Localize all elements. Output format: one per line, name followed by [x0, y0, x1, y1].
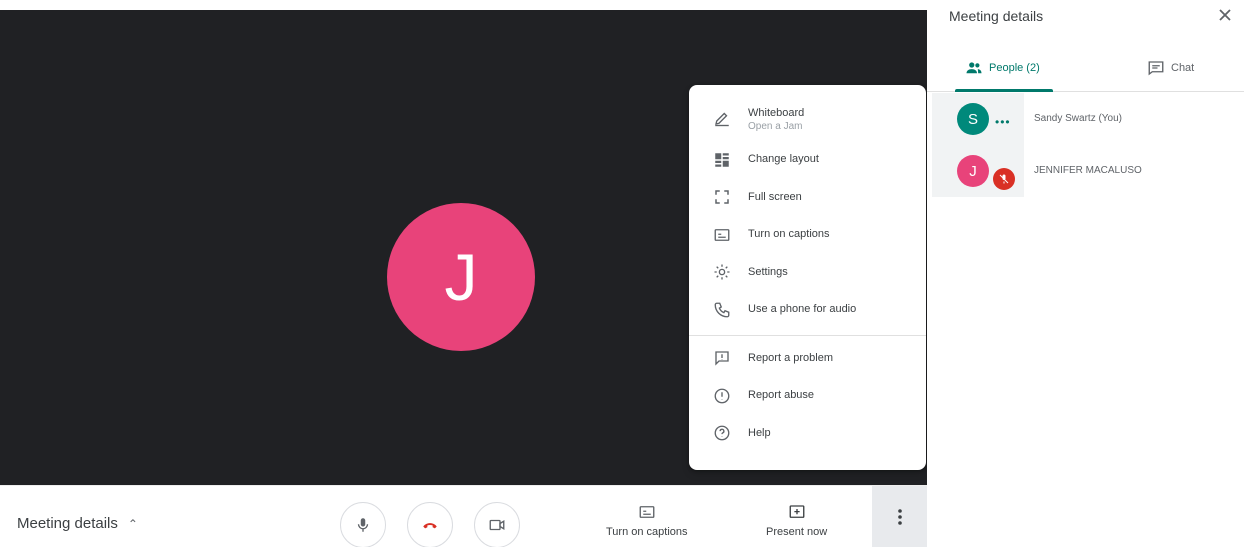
participant-avatar-large: J [387, 203, 535, 351]
menu-item-report-abuse[interactable]: Report abuse [689, 377, 926, 415]
fullscreen-icon [712, 187, 732, 207]
captions-icon [712, 225, 732, 245]
participant-avatar: J [957, 155, 989, 187]
menu-item-change-layout[interactable]: Change layout [689, 141, 926, 179]
menu-item-whiteboard[interactable]: Whiteboard Open a Jam [689, 95, 926, 141]
menu-label: Help [748, 426, 771, 439]
present-label: Present now [766, 526, 828, 538]
camera-button[interactable] [474, 502, 520, 547]
meeting-details-button[interactable]: Meeting details ⌃ [17, 515, 138, 532]
menu-label: Turn on captions [748, 228, 830, 241]
menu-label: Full screen [748, 190, 802, 203]
camera-icon [489, 519, 505, 531]
pen-icon [712, 108, 732, 128]
muted-microphone-icon [993, 168, 1015, 190]
participant-name: JENNIFER MACALUSO [1034, 165, 1142, 176]
menu-label: Report a problem [748, 351, 833, 364]
menu-item-help[interactable]: Help [689, 415, 926, 453]
report-abuse-icon [712, 386, 732, 406]
tab-people-label: People (2) [989, 62, 1040, 74]
menu-label: Use a phone for audio [748, 303, 857, 316]
menu-label: Change layout [748, 153, 819, 166]
participant-avatar: S [957, 103, 989, 135]
report-problem-icon [712, 348, 732, 368]
tab-chat[interactable]: Chat [1147, 44, 1194, 92]
meeting-details-label: Meeting details [17, 515, 118, 532]
gear-icon [712, 262, 732, 282]
meeting-details-panel: Meeting details People (2) Chat S ••• Sa… [927, 0, 1244, 547]
menu-label: Whiteboard [748, 107, 805, 119]
close-icon[interactable] [1216, 6, 1234, 24]
participant-name: Sandy Swartz (You) [1034, 113, 1123, 124]
active-tab-indicator [955, 89, 1053, 92]
chevron-up-icon: ⌃ [127, 516, 138, 531]
menu-item-full-screen[interactable]: Full screen [689, 179, 926, 217]
layout-icon [712, 150, 732, 170]
present-icon [789, 505, 805, 518]
tab-people[interactable]: People (2) [965, 44, 1040, 92]
menu-label: Report abuse [748, 389, 815, 402]
menu-label: Settings [748, 265, 788, 278]
speaking-indicator-icon: ••• [995, 115, 1011, 129]
leave-call-button[interactable] [407, 502, 453, 547]
captions-label: Turn on captions [606, 526, 688, 538]
chat-icon [1148, 61, 1164, 76]
menu-item-phone-audio[interactable]: Use a phone for audio [689, 291, 926, 329]
more-options-menu: Whiteboard Open a Jam Change layout Full… [689, 85, 926, 470]
participant-row[interactable]: S ••• Sandy Swartz (You) [927, 93, 1244, 145]
help-icon [712, 423, 732, 443]
microphone-button[interactable] [340, 502, 386, 547]
more-vert-icon [897, 509, 902, 525]
tab-chat-label: Chat [1171, 62, 1195, 74]
meet-window: J Whiteboard Open a Jam Change layout Fu… [0, 0, 1244, 547]
menu-divider [689, 334, 926, 336]
menu-sublabel: Open a Jam [748, 121, 803, 132]
menu-item-captions[interactable]: Turn on captions [689, 216, 926, 254]
panel-tabs: People (2) Chat [927, 44, 1244, 92]
turn-on-captions-button[interactable]: Turn on captions [606, 503, 688, 538]
panel-title: Meeting details [949, 8, 1044, 24]
present-now-button[interactable]: Present now [766, 503, 827, 538]
participant-row[interactable]: J JENNIFER MACALUSO [927, 145, 1244, 197]
bottom-control-bar: Meeting details ⌃ Turn on captions Prese… [0, 485, 927, 547]
hang-up-icon [423, 523, 437, 529]
menu-item-settings[interactable]: Settings [689, 254, 926, 292]
captions-icon [639, 506, 655, 518]
phone-audio-icon [712, 300, 732, 320]
more-options-button[interactable] [872, 486, 927, 547]
menu-item-report-problem[interactable]: Report a problem [689, 340, 926, 378]
people-icon [966, 62, 982, 74]
microphone-icon [357, 518, 369, 532]
